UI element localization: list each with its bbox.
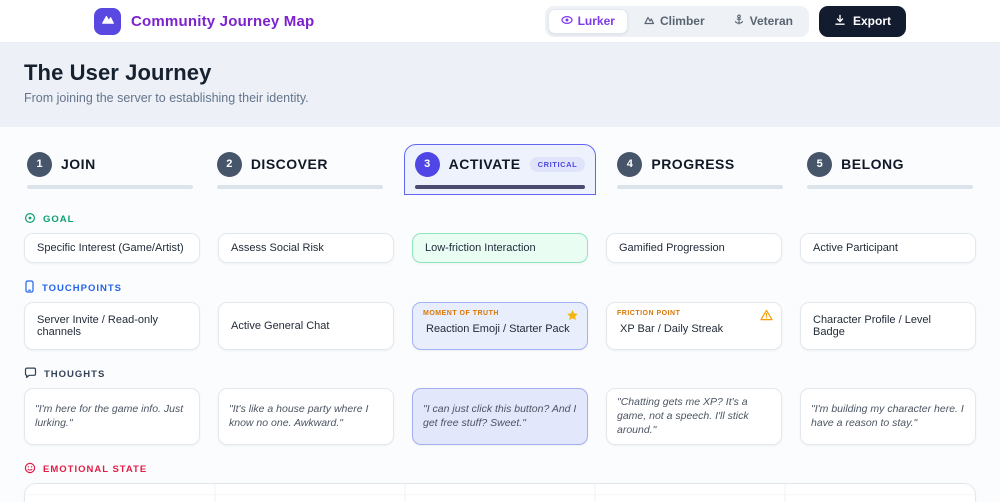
stage-header-belong: 5 BELONG <box>804 144 976 195</box>
row-label-touchpoints: TOUCHPOINTS <box>24 280 976 296</box>
mountain-icon <box>643 14 655 29</box>
anchor-icon <box>733 14 745 29</box>
page-title: Community Journey Map <box>131 12 315 30</box>
touchpoint-card: Server Invite / Read-only channels <box>24 302 200 350</box>
stage-name: BELONG <box>841 156 905 172</box>
thought-card: "Chatting gets me XP? It's a game, not a… <box>606 388 782 445</box>
critical-badge: CRITICAL <box>529 156 586 172</box>
persona-tab-label: Climber <box>659 14 705 28</box>
goal-card: Gamified Progression <box>606 233 782 263</box>
stage-progress-bar <box>617 185 784 189</box>
hero-subtitle: From joining the server to establishing … <box>24 91 309 105</box>
target-icon <box>24 212 36 227</box>
touchpoint-card: Character Profile / Level Badge <box>800 302 976 350</box>
row-label-emotional-state: EMOTIONAL STATE <box>24 462 976 477</box>
persona-tab-label: Lurker <box>577 14 615 28</box>
stage-name: JOIN <box>61 156 96 172</box>
stage-header-progress: 4 PROGRESS <box>614 144 786 195</box>
mountain-icon <box>100 11 116 32</box>
touchpoint-text: Reaction Emoji / Starter Pack <box>426 323 570 335</box>
row-label-goal: GOAL <box>24 212 976 227</box>
touchpoint-card-friction-point: FRICTION POINT XP Bar / Daily Streak <box>606 302 782 350</box>
download-icon <box>834 14 846 29</box>
goal-card-row: Specific Interest (Game/Artist) Assess S… <box>0 233 1000 263</box>
persona-tab-veteran[interactable]: Veteran <box>720 9 806 34</box>
stage-number-badge: 1 <box>27 151 52 177</box>
row-label-text: GOAL <box>43 214 75 225</box>
touchpoint-text: XP Bar / Daily Streak <box>620 323 724 335</box>
star-icon <box>566 309 579 325</box>
goal-card: Active Participant <box>800 233 976 263</box>
friction-point-tag: FRICTION POINT <box>617 310 681 317</box>
touchpoint-card-moment-of-truth: MOMENT OF TRUTH Reaction Emoji / Starter… <box>412 302 588 350</box>
smiley-icon <box>24 462 36 477</box>
goal-card: Assess Social Risk <box>218 233 394 263</box>
app-header: Community Journey Map Lurker Climber Vet… <box>0 0 1000 43</box>
goal-card: Specific Interest (Game/Artist) <box>24 233 200 263</box>
stage-progress-bar <box>414 185 586 189</box>
stage-header-join: 1 JOIN <box>24 144 196 195</box>
speech-bubble-icon <box>24 367 37 382</box>
export-button-label: Export <box>852 14 891 28</box>
stage-name: ACTIVATE <box>448 156 521 172</box>
moment-of-truth-tag: MOMENT OF TRUTH <box>423 310 499 317</box>
stage-progress-bar <box>807 185 973 189</box>
thought-card-highlighted: "I can just click this button? And I get… <box>412 388 588 445</box>
hero-title: The User Journey <box>24 60 212 85</box>
row-label-text: EMOTIONAL STATE <box>43 463 148 475</box>
touchpoint-card-row: Server Invite / Read-only channels Activ… <box>0 302 1000 350</box>
stage-progress-bar <box>216 185 383 189</box>
thought-card: "I'm building my character here. I have … <box>800 388 976 445</box>
stage-header-discover: 2 DISCOVER <box>214 144 386 195</box>
stage-name: PROGRESS <box>651 156 735 172</box>
thought-card: "I'm here for the game info. Just lurkin… <box>24 388 200 445</box>
stage-number-badge: 5 <box>807 151 833 177</box>
row-label-text: THOUGHTS <box>44 369 106 380</box>
emotion-line-chart: Neutral Neutral Neutral <box>25 483 975 502</box>
persona-switcher: Lurker Climber Veteran <box>544 5 809 37</box>
smartphone-icon <box>24 280 35 296</box>
app-logo <box>94 7 121 35</box>
touchpoint-card: Active General Chat <box>218 302 394 350</box>
hero-section: The User Journey From joining the server… <box>0 43 1000 127</box>
thought-card: "It's like a house party where I know no… <box>218 388 394 445</box>
persona-tab-label: Veteran <box>749 14 793 28</box>
stage-header-activate: 3 ACTIVATE CRITICAL <box>403 144 597 195</box>
stage-name: DISCOVER <box>250 156 328 172</box>
persona-tab-lurker[interactable]: Lurker <box>547 8 628 34</box>
eye-icon <box>560 14 573 29</box>
export-button[interactable]: Export <box>818 5 906 37</box>
emotional-state-chart: Neutral Neutral Neutral <box>24 482 976 502</box>
row-label-thoughts: THOUGHTS <box>24 367 976 382</box>
stage-number-badge: 3 <box>414 151 440 177</box>
stage-number-badge: 2 <box>216 151 242 177</box>
row-label-text: TOUCHPOINTS <box>42 282 122 294</box>
stage-progress-bar <box>27 185 193 189</box>
goal-card-highlighted: Low-friction Interaction <box>412 233 588 263</box>
stage-header-row: 1 JOIN 2 DISCOVER 3 ACTIVATE CRITICAL 4 … <box>0 144 1000 195</box>
warning-icon <box>760 309 773 324</box>
stage-number-badge: 4 <box>617 151 643 177</box>
persona-tab-climber[interactable]: Climber <box>630 9 718 34</box>
thought-card-row: "I'm here for the game info. Just lurkin… <box>0 388 1000 445</box>
